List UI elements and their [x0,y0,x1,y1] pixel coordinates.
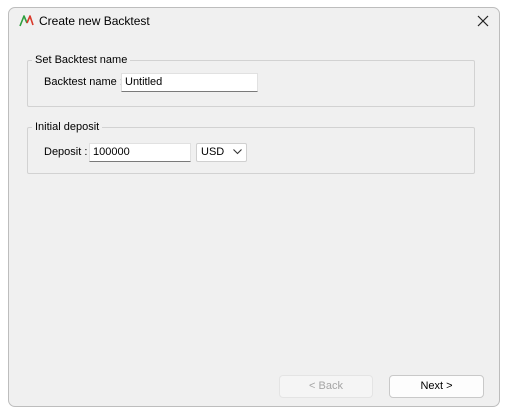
deposit-label: Deposit : [44,146,88,158]
backtest-name-legend: Set Backtest name [35,54,128,66]
create-backtest-dialog: Create new Backtest Set Backtest name Ba… [8,7,500,407]
backtest-name-label: Backtest name : [44,76,123,88]
initial-deposit-legend: Initial deposit [35,121,100,133]
window-title: Create new Backtest [39,14,150,28]
next-button[interactable]: Next > [389,375,484,398]
deposit-input[interactable]: 100000 [89,143,191,162]
currency-value: USD [201,146,225,158]
chart-line-icon [19,15,34,27]
back-button[interactable]: < Back [279,375,373,398]
backtest-name-input[interactable]: Untitled [121,73,258,92]
title-bar: Create new Backtest [9,8,499,35]
close-button[interactable] [472,10,494,32]
currency-select[interactable]: USD [196,143,247,162]
close-icon [477,15,489,27]
chevron-down-icon [233,149,242,155]
